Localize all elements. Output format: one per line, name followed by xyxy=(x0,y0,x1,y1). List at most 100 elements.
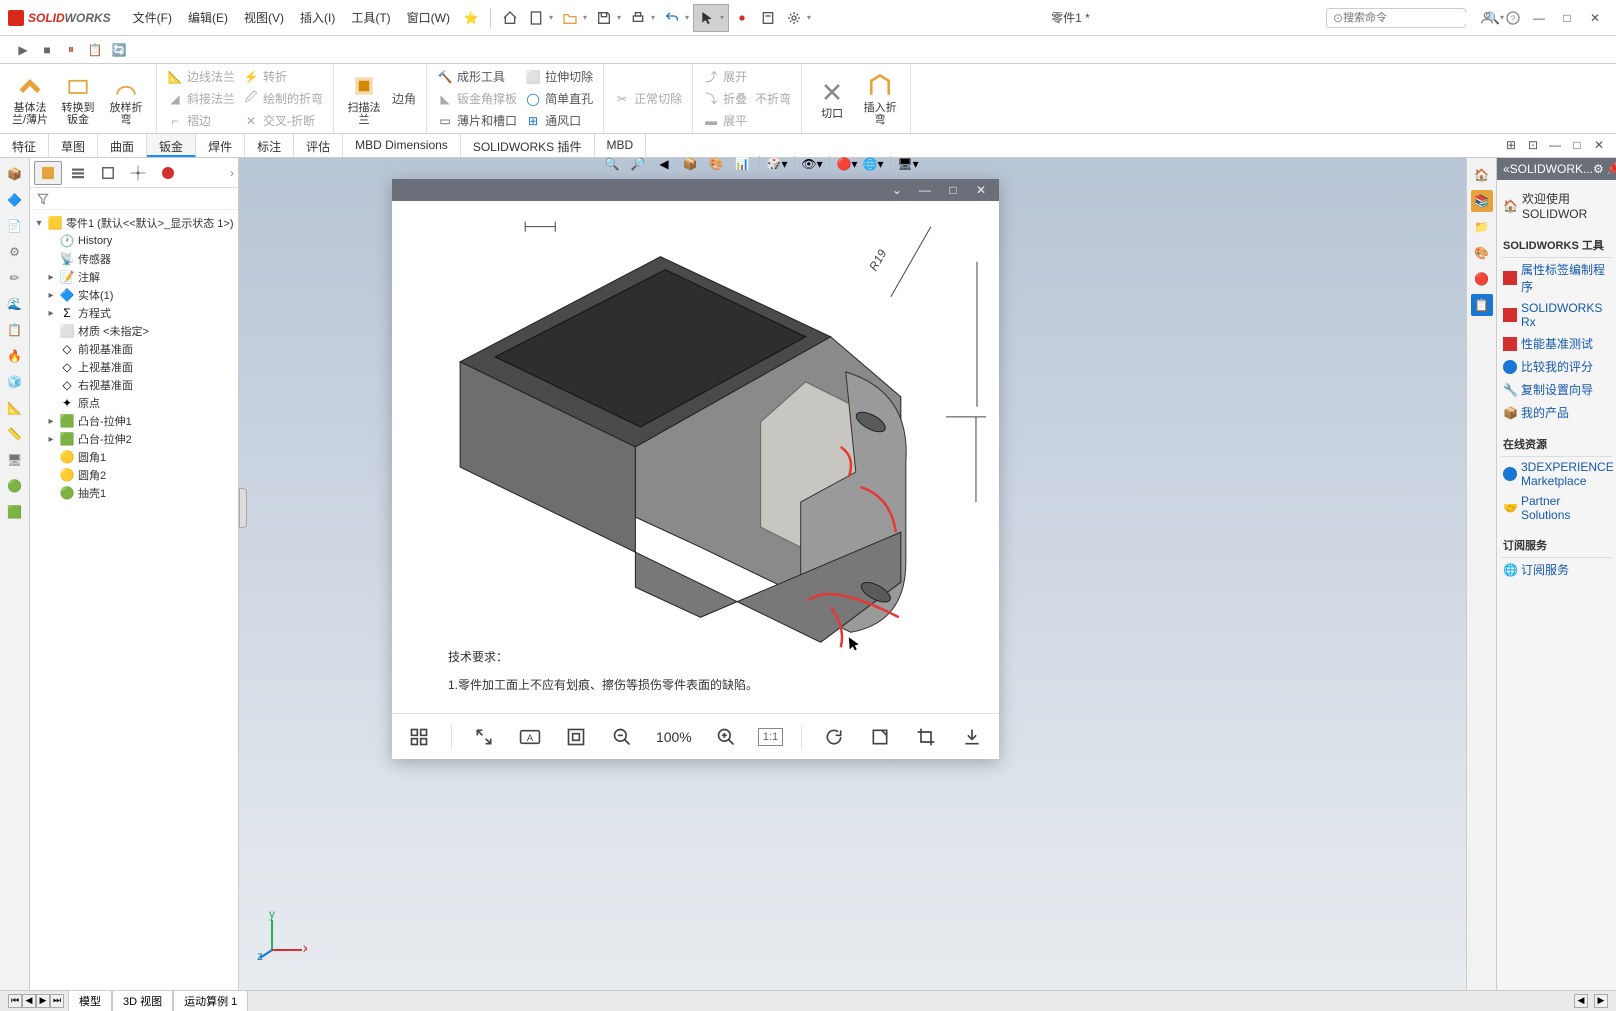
appearance2-icon[interactable]: 🔴 xyxy=(1471,268,1493,290)
dropdown-arrow-icon[interactable]: ▾ xyxy=(583,13,591,22)
vent-button[interactable]: ⊞通风口 xyxy=(521,111,597,131)
zoom-in-icon[interactable] xyxy=(712,723,740,751)
stop-icon[interactable]: ■ xyxy=(38,41,56,59)
cut-button[interactable]: 切口 xyxy=(808,69,856,129)
tree-origin[interactable]: ✦原点 xyxy=(32,394,236,412)
tree-front-plane[interactable]: ◇前视基准面 xyxy=(32,340,236,358)
eval-icon[interactable]: 📐 xyxy=(5,398,25,418)
feature-icon[interactable]: ⚙ xyxy=(5,242,25,262)
print-icon[interactable] xyxy=(625,5,651,31)
menu-window[interactable]: 窗口(W) xyxy=(399,5,458,30)
fit-icon[interactable] xyxy=(562,723,590,751)
dropdown-arrow-icon[interactable]: ▾ xyxy=(720,13,728,22)
status-tab-motion[interactable]: 运动算例 1 xyxy=(173,990,248,1011)
tree-history[interactable]: 🕐History xyxy=(32,232,236,250)
cascade-icon[interactable]: ⊡ xyxy=(1524,136,1542,154)
dropdown-arrow-icon[interactable]: ▾ xyxy=(685,13,693,22)
prev-view-icon[interactable]: ◀ xyxy=(652,153,676,175)
rebuild-icon[interactable] xyxy=(729,5,755,31)
view-orient-icon[interactable]: 🎲▾ xyxy=(765,153,789,175)
file-props-icon[interactable] xyxy=(755,5,781,31)
options-icon[interactable] xyxy=(781,5,807,31)
user-icon[interactable] xyxy=(1474,5,1500,31)
edit-icon[interactable] xyxy=(866,723,894,751)
section-view-icon[interactable]: 📦 xyxy=(678,153,702,175)
design-lib-icon[interactable]: 📚 xyxy=(1471,190,1493,212)
drawing-icon[interactable]: 📄 xyxy=(5,216,25,236)
last-icon[interactable]: ⏭ xyxy=(50,994,64,1008)
tree-fillet1[interactable]: 🟡圆角1 xyxy=(32,448,236,466)
tree-root[interactable]: ▾🟨零件1 (默认<<默认>_显示状态 1>) xyxy=(32,214,236,232)
zoom-fit-icon[interactable]: 🔍 xyxy=(600,153,624,175)
ratio-button[interactable]: 1:1 xyxy=(758,728,783,746)
hide-show-icon[interactable]: 👁▾ xyxy=(800,153,824,175)
loft-bend-button[interactable]: 放样折 弯 xyxy=(102,69,150,129)
custom-props-icon[interactable]: 📋 xyxy=(1471,294,1493,316)
green-icon[interactable]: 🟢 xyxy=(5,476,25,496)
home2-icon[interactable]: 🏠 xyxy=(1471,164,1493,186)
viewer-maximize-icon[interactable]: □ xyxy=(941,181,965,199)
mold-icon[interactable]: 🧊 xyxy=(5,372,25,392)
tree-solid[interactable]: ▸🔷实体(1) xyxy=(32,286,236,304)
tab-evaluate[interactable]: 评估 xyxy=(294,134,343,157)
maximize-icon[interactable]: □ xyxy=(1554,6,1580,30)
tree-top-plane[interactable]: ◇上视基准面 xyxy=(32,358,236,376)
next-icon[interactable]: ▶ xyxy=(36,994,50,1008)
tab-annotation[interactable]: 标注 xyxy=(245,134,294,157)
viewer-titlebar[interactable]: ⌄ — □ ✕ xyxy=(392,179,999,201)
save-icon[interactable] xyxy=(591,5,617,31)
convert-sheetmetal-button[interactable]: 转换到 钣金 xyxy=(54,69,102,129)
sb-right-icon[interactable]: ▶ xyxy=(1594,994,1608,1008)
download-icon[interactable] xyxy=(958,723,986,751)
expand-icon[interactable] xyxy=(470,723,498,751)
crop-icon[interactable] xyxy=(912,723,940,751)
tree-right-plane[interactable]: ◇右视基准面 xyxy=(32,376,236,394)
doc-minimize-icon[interactable]: — xyxy=(1546,136,1564,154)
green2-icon[interactable]: 🟩 xyxy=(5,502,25,522)
tree-tab-appearance[interactable] xyxy=(154,161,182,185)
status-tab-model[interactable]: 模型 xyxy=(68,990,112,1011)
menu-view[interactable]: 视图(V) xyxy=(236,5,292,30)
dropdown-arrow-icon[interactable]: ▾ xyxy=(651,13,659,22)
undo-icon[interactable] xyxy=(659,5,685,31)
tab-addins[interactable]: SOLIDWORKS 插件 xyxy=(461,134,595,157)
insert-bend-button[interactable]: 插入折 弯 xyxy=(856,69,904,129)
menu-file[interactable]: 文件(F) xyxy=(125,5,180,30)
doc-maximize-icon[interactable]: □ xyxy=(1568,136,1586,154)
partner-link[interactable]: 🤝Partner Solutions xyxy=(1501,491,1612,525)
menu-insert[interactable]: 插入(I) xyxy=(292,5,343,30)
subscription-link[interactable]: 🌐订阅服务 xyxy=(1501,558,1612,581)
tree-boss2[interactable]: ▸🟩凸台-拉伸2 xyxy=(32,430,236,448)
render-icon[interactable]: 🖥▾ xyxy=(896,153,920,175)
tree-annotations[interactable]: ▸📝注解 xyxy=(32,268,236,286)
sheet-icon[interactable]: 📋 xyxy=(5,320,25,340)
tree-boss1[interactable]: ▸🟩凸台-拉伸1 xyxy=(32,412,236,430)
tree-equations[interactable]: ▸Σ方程式 xyxy=(32,304,236,322)
taskpane-welcome[interactable]: 🏠欢迎使用 SOLIDWOR xyxy=(1501,186,1612,225)
tree-fillet2[interactable]: 🟡圆角2 xyxy=(32,466,236,484)
minimize-icon[interactable]: — xyxy=(1526,6,1552,30)
view-palette-icon[interactable]: 🎨 xyxy=(1471,242,1493,264)
search-command-box[interactable]: ⊙ 🔍 ▾ xyxy=(1326,8,1466,28)
scene-icon[interactable]: 🌐▾ xyxy=(861,153,885,175)
help-dropdown-icon[interactable]: ⭐ xyxy=(458,5,484,31)
status-tab-3dview[interactable]: 3D 视图 xyxy=(112,990,173,1011)
dim-icon[interactable]: 📏 xyxy=(5,424,25,444)
help-icon[interactable]: ? xyxy=(1500,5,1526,31)
menu-tools[interactable]: 工具(T) xyxy=(343,5,398,30)
play-icon[interactable]: ▶ xyxy=(14,41,32,59)
tree-expand-icon[interactable]: › xyxy=(230,166,234,180)
surface-icon[interactable]: 🌊 xyxy=(5,294,25,314)
tree-tab-display[interactable] xyxy=(124,161,152,185)
tree-tab-feature[interactable] xyxy=(34,161,62,185)
dropdown-arrow-icon[interactable]: ▾ xyxy=(617,13,625,22)
copy-settings-link[interactable]: 🔧复制设置向导 xyxy=(1501,378,1612,401)
home-icon[interactable] xyxy=(497,5,523,31)
tree-material[interactable]: ⬜材质 <未指定> xyxy=(32,322,236,340)
close-icon[interactable]: ✕ xyxy=(1582,6,1608,30)
zoom-out-icon[interactable] xyxy=(608,723,636,751)
replay-icon[interactable]: 🔄 xyxy=(110,41,128,59)
sketch-icon[interactable]: ✏ xyxy=(5,268,25,288)
part-icon[interactable]: 🔷 xyxy=(5,190,25,210)
dynamic-icon[interactable]: 🎨 xyxy=(704,153,728,175)
